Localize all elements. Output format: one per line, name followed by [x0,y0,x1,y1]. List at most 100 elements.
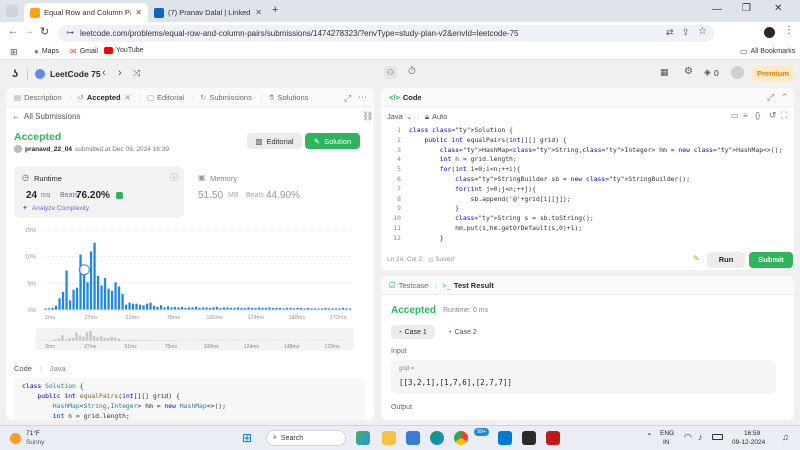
menu-kebab-icon[interactable]: ⋮ [784,25,794,36]
language-region[interactable]: IN [663,439,670,446]
weather-condition[interactable]: Sunny [26,439,44,446]
range-slider-chart[interactable]: 3ms 27ms 51ms 75ms 100ms 124ms 148ms 172ms [36,328,354,354]
tab-description[interactable]: Description [24,93,62,102]
expand-panel-icon[interactable]: ⤢ [344,93,351,104]
tab-search-icon[interactable] [6,5,18,17]
runtime-card[interactable]: ◷ Runtime ⓘ 24 ms Beats 76.20% ✦ Analyze… [14,166,184,218]
file-explorer-icon[interactable] [382,431,396,445]
tab-solutions[interactable]: Solutions [278,93,309,102]
histogram-bar [107,288,110,310]
share-link-icon[interactable]: ⛓ [362,111,373,122]
solution-button[interactable]: ✎ Solution [305,133,360,149]
browser-tab-leetcode[interactable]: Equal Row and Column Pairs - L ✕ [24,3,148,22]
prev-problem-icon[interactable]: ‹ [102,67,106,79]
notes-icon[interactable]: ✎ [693,254,700,263]
shuffle-icon[interactable]: ⤨ [133,68,140,79]
user-avatar[interactable] [731,66,744,79]
debug-icon[interactable]: ⚇ [384,66,397,79]
next-problem-icon[interactable]: › [118,67,122,79]
editorial-button[interactable]: ▥ Editorial [247,133,302,149]
windows-start-icon[interactable]: ⊞ [242,432,252,444]
panel-more-icon[interactable]: ⋯ [358,92,367,103]
format-icon[interactable]: ≡ [743,111,748,120]
weather-temp[interactable]: 71°F [26,430,40,437]
case-1-label: Case 1 [404,328,427,336]
bookmark-star-icon[interactable]: ☆ [698,26,707,37]
battery-icon[interactable] [712,434,723,440]
close-window-icon[interactable]: ✕ [774,3,782,14]
leetcode-logo-icon[interactable]: ʖ [12,68,18,80]
tab-testcase[interactable]: Testcase [399,281,429,290]
forward-icon[interactable]: → [24,26,34,37]
code-section-header: Code | Java [14,364,66,373]
submit-button[interactable]: Submit [749,252,793,268]
tray-chevron-icon[interactable]: ⌃ [646,432,653,441]
profile-avatar-icon[interactable] [764,27,775,38]
pencil-icon: ✎ [313,136,321,146]
vscode-icon[interactable] [498,431,512,445]
mcafee-icon[interactable] [546,431,560,445]
share-icon[interactable]: ⇪ [682,27,690,38]
tab-accepted[interactable]: Accepted [87,93,121,102]
notification-bell-icon[interactable]: ♫ [782,432,789,442]
all-bookmarks[interactable]: ▭ All Bookmarks [740,47,795,56]
clock-time[interactable]: 16:59 [744,430,760,437]
browser-tab-linkedin[interactable]: (7) Pranav Dalal | LinkedIn ✕ [148,3,268,22]
code-editor[interactable]: 1 class class="ty">Solution {2 public int… [381,126,794,244]
apps-icon[interactable]: ⊞ [10,47,18,58]
reset-icon[interactable]: ↺ [769,110,777,121]
maximize-icon[interactable]: ❐ [742,3,751,14]
tab-test-result[interactable]: Test Result [454,281,494,290]
volume-icon[interactable]: ♪ [698,432,703,442]
case-1-tab[interactable]: • Case 1 [391,325,435,339]
analyze-complexity-link[interactable]: Analyze Complexity [32,205,89,212]
maximize-panel-icon[interactable]: ⤢ [767,92,774,103]
tab-submissions[interactable]: Submissions [209,93,252,102]
collapse-panel-icon[interactable]: ⌃ [781,92,789,103]
bookmark-maps[interactable]: ● Maps [34,47,59,56]
taskbar-search[interactable]: ⌕ Search [266,430,346,446]
line-number: 9 [397,204,401,213]
store-icon[interactable] [406,431,420,445]
close-icon[interactable]: ✕ [255,8,262,17]
widgets-icon[interactable] [356,431,370,445]
settings-gear-icon[interactable]: ⚙ [684,66,693,77]
new-tab-icon[interactable]: + [272,4,278,16]
fullscreen-icon[interactable]: ⛶ [781,110,787,121]
auto-save-toggle[interactable]: 🔒︎ Auto [425,112,447,122]
bookmark-youtube[interactable]: YouTube [104,47,144,54]
tab-code[interactable]: Code [403,93,422,102]
wifi-icon[interactable]: ◠ [684,432,692,443]
language-indicator[interactable]: ENG [660,430,674,437]
run-button[interactable]: Run [707,252,745,268]
site-info-icon[interactable]: ⊶ [66,28,74,37]
chrome-icon[interactable] [454,431,468,445]
translate-icon[interactable]: ⇄ [666,27,674,38]
bookmark-icon[interactable]: ▭ [731,111,739,120]
braces-icon[interactable]: {} [755,111,760,120]
timer-icon[interactable]: ⏱ [408,66,416,77]
address-bar[interactable]: ⊶ leetcode.com/problems/equal-row-and-co… [58,25,714,42]
info-icon[interactable]: ⓘ [170,172,178,183]
minimize-icon[interactable]: — [712,4,722,15]
language-selector[interactable]: Java ⌄ [387,112,412,121]
tab-editorial[interactable]: Editorial [157,93,184,102]
layout-icon[interactable]: ▦ [660,67,669,78]
clock-date[interactable]: 09-12-2024 [732,439,765,446]
case-2-tab[interactable]: • Case 2 [441,325,485,339]
terminal-app-icon[interactable] [522,431,536,445]
reload-icon[interactable]: ↻ [40,25,49,38]
mini-bar [78,335,82,341]
username-link[interactable]: pranavd_22_04 [25,146,72,153]
bookmark-gmail[interactable]: ✉ Gmail [70,47,98,56]
study-plan-title[interactable]: LeetCode 75 [50,69,101,79]
close-icon[interactable]: ✕ [135,8,142,17]
streak-fire-icon: ◈ [704,67,711,77]
all-submissions-link[interactable]: ← All Submissions [12,112,80,121]
premium-button[interactable]: Premium [752,66,794,81]
close-tab-icon[interactable]: ✕ [125,93,131,102]
edge-icon[interactable] [430,431,444,445]
memory-card[interactable]: ▣ Memory 51.50 MB Beats 44.90% [192,166,362,218]
back-icon[interactable]: ← [8,26,18,37]
divider: | [417,112,419,121]
